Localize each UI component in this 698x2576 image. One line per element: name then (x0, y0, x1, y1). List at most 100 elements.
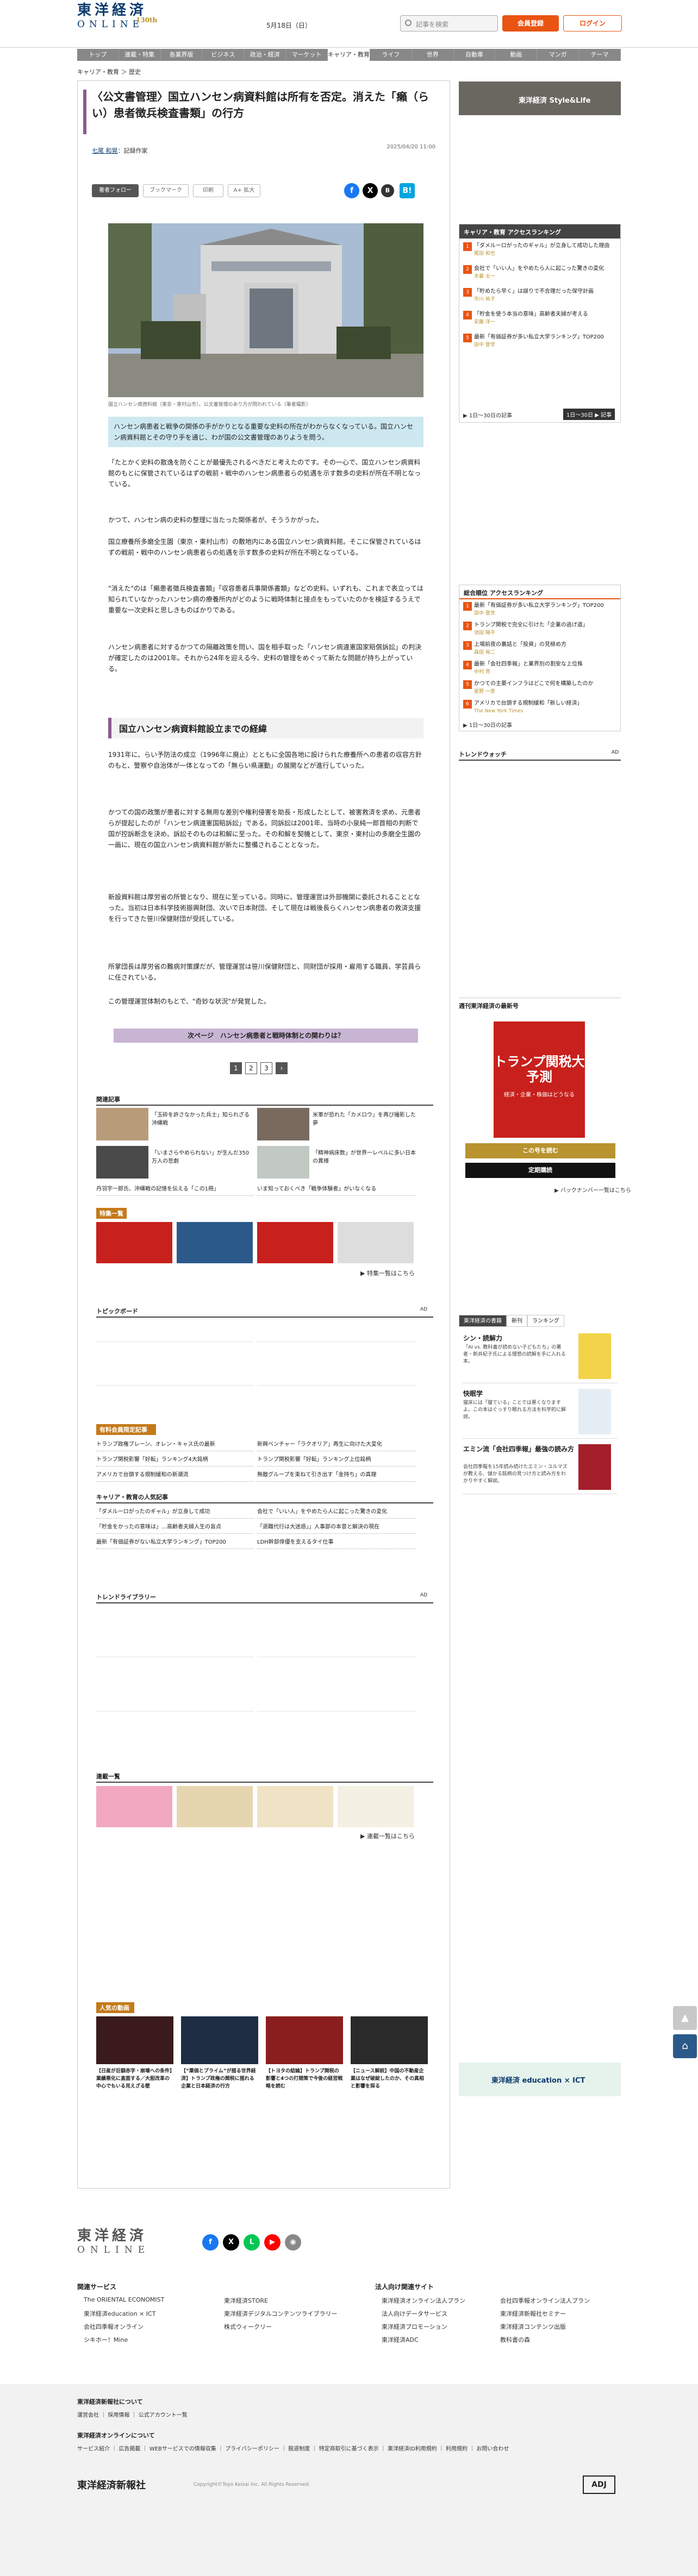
education-ict-banner[interactable]: 東洋経済 education × ICT (459, 2063, 621, 2096)
premium-item[interactable]: 新興ベンチャー「ラクオリア」再生に向けた大変化 (257, 1439, 416, 1451)
corp-link[interactable]: 東洋経済プロモーション (382, 2322, 447, 2331)
ranking-item[interactable]: 3 「貯めたら早く」は誤りで不合理だった保守計画 市川 祐子 (463, 288, 616, 303)
hatena-icon[interactable]: B (381, 184, 394, 197)
video-title[interactable]: 【日産が巨額赤字・崩壊への条件】業績悪化に直面する／大胆改革の中心でもいる見えざ… (96, 2067, 173, 2090)
footer-youtube-icon[interactable]: ▶ (264, 2234, 281, 2251)
service-link[interactable]: 東洋経済STORE (224, 2296, 268, 2305)
overall-item[interactable]: 6 アメリカで台頭する規制緩和「新しい経済」 The New York Times (463, 700, 616, 715)
special-thumb[interactable] (338, 1222, 414, 1263)
print-button[interactable]: 印刷 (193, 184, 223, 197)
corp-link[interactable]: 東洋経済ADC (382, 2335, 419, 2344)
premium-item[interactable]: アメリカで台頭する規制緩和の新潮流 (96, 1470, 254, 1482)
related-thumb[interactable] (96, 1108, 148, 1140)
publisher-logo[interactable]: 東洋経済新報社 (77, 2478, 146, 2492)
video-title[interactable]: 【“薬価とプライム”が揺る世界経済】トランプ政権の関税に揺れる企業と日本経済の行… (181, 2067, 258, 2090)
nav-item[interactable]: 動画 (495, 49, 538, 61)
special-thumb[interactable] (177, 1222, 253, 1263)
premium-item[interactable]: トランプ関税影響「好転」ランキング上位銘柄 (257, 1455, 416, 1466)
book-item[interactable]: 快眠学 寝床には「寝ている」ことでは悪くなりますよ。この本はぐっすり眠れる方法を科… (462, 1389, 618, 1439)
video-title[interactable]: 【ニュース解説】中国の不動産企業はなぜ破綻したのか、その真相と影響を探る (351, 2067, 428, 2090)
footer-x-icon[interactable]: X (223, 2234, 239, 2251)
corp-link[interactable]: 東洋経済コンテンツ出版 (500, 2322, 566, 2331)
career-item[interactable]: 会社で「いい人」をやめたら人に起こった驚きの変化 (257, 1507, 416, 1519)
service-link[interactable]: 会社四季報オンライン (84, 2322, 144, 2331)
home-icon[interactable]: ⌂ (673, 2034, 697, 2058)
read-issue-button[interactable]: この号を読む (465, 1143, 615, 1158)
subscribe-button[interactable]: 定期購読 (465, 1163, 615, 1178)
hatena-bookmark-icon[interactable]: B! (400, 183, 415, 198)
related-item[interactable]: 「いまさらやめられない」が生んだ350万人の悲劇 (152, 1149, 250, 1165)
footer-line-icon[interactable]: L (244, 2234, 260, 2251)
footer-logo[interactable]: 東洋経済 ONLINE (77, 2224, 150, 2255)
next-page-link[interactable]: 次ページ ハンセン病患者と戦時体制との関わりは？ (114, 1029, 418, 1043)
nav-item[interactable]: キャリア・教育 (327, 49, 370, 61)
special-thumb[interactable] (257, 1222, 333, 1263)
page-1[interactable]: 1 (230, 1062, 242, 1074)
book-item[interactable]: エミン流「会社四季報」最強の読み方 会社四季報を15年読み続けたエミン・ユルマズが… (462, 1444, 618, 1494)
related-thumb[interactable] (257, 1108, 309, 1140)
video-thumb[interactable] (351, 2016, 428, 2064)
special-thumb[interactable] (96, 1222, 172, 1263)
footer-facebook-icon[interactable]: f (202, 2234, 219, 2251)
backnumber-link[interactable]: ▶ バックナンバー一覧はこちら (554, 1186, 631, 1194)
style-life-banner[interactable]: 東洋経済 Style&Life (459, 82, 621, 115)
corp-link[interactable]: 東洋経済新報社セミナー (500, 2309, 566, 2318)
special-more-link[interactable]: ▶ 特集一覧はこちら (360, 1269, 415, 1277)
corp-link[interactable]: 会社四季報オンライン法人プラン (500, 2296, 590, 2305)
related-thumb[interactable] (96, 1146, 148, 1179)
author-name[interactable]: 七尾 和晃 (92, 147, 118, 154)
serial-thumb[interactable] (257, 1786, 333, 1827)
login-button[interactable]: ログイン (563, 15, 622, 32)
overall-item[interactable]: 3 上場前夜の裏話と「投資」の見極め方 森田 裕二 (463, 641, 616, 656)
ranking-item[interactable]: 1 「ダメルーロがったのギャル」が立身して成功した理由 尾田 和也 (463, 242, 616, 258)
breadcrumb[interactable]: キャリア・教育 ＞ 歴史 (77, 67, 141, 76)
next-page-arrow-icon[interactable]: › (276, 1062, 288, 1074)
related-item[interactable]: 「精神病床数」が世界一レベルに多い日本の異様 (313, 1149, 416, 1165)
career-item[interactable]: LDH幹部俳優を支えるタイ仕事 (257, 1537, 416, 1549)
service-link[interactable]: 株式ウィークリー (224, 2322, 272, 2331)
related-thumb[interactable] (257, 1146, 309, 1179)
video-thumb[interactable] (181, 2016, 258, 2064)
nav-item[interactable]: 自動車 (454, 49, 496, 61)
font-size-button[interactable]: A+ 拡大 (228, 184, 260, 197)
page-2[interactable]: 2 (245, 1062, 257, 1074)
related-item[interactable]: 米軍が恐れた「カメロウ」を再び撮影した夢 (313, 1111, 416, 1127)
video-thumb[interactable] (266, 2016, 343, 2064)
book-item[interactable]: シン・読解力 「AI vs. 教科書が読めない子どもたち」の著者・新井紀子氏による… (462, 1333, 618, 1383)
premium-item[interactable]: トランプ関税影響「好転」ランキング4大銘柄 (96, 1455, 254, 1466)
service-link[interactable]: シキホー！Mine (84, 2335, 128, 2344)
related-text-link[interactable]: 丹羽宇一郎氏、沖縄戦の記憶を伝える「この1冊」 (96, 1184, 254, 1196)
x-icon[interactable]: X (363, 183, 378, 198)
video-title[interactable]: 【トヨタの結論】トランプ関税の影響と4つの打開策で今後の経営戦略を読む (266, 2067, 343, 2090)
nav-item[interactable]: トップ (77, 49, 119, 61)
nav-item[interactable]: マンガ (537, 49, 579, 61)
footer-rss-icon[interactable]: ◉ (285, 2234, 301, 2251)
overall-item[interactable]: 2 トランプ関税で完全に引けた「企業の逃げ道」 池田 陽平 (463, 622, 616, 637)
tab-new[interactable]: 新刊 (507, 1315, 527, 1327)
follow-author-button[interactable]: 著者フォロー (92, 184, 139, 197)
corp-link[interactable]: 法人向けデータサービス (382, 2309, 447, 2318)
premium-item[interactable]: トランプ政権ブレーン、オレン・キャス氏の最新 (96, 1439, 254, 1451)
page-3[interactable]: 3 (260, 1062, 272, 1074)
corp-link[interactable]: 教科書の森 (500, 2335, 530, 2344)
serial-thumb[interactable] (177, 1786, 253, 1827)
service-link[interactable]: 東洋経済デジタルコンテンツライブラリー (224, 2309, 338, 2318)
overall-item[interactable]: 5 かつての主要インフラはどこで何を構築したのか 星野 一彦 (463, 680, 616, 695)
corp-link[interactable]: 東洋経済オンライン法人プラン (382, 2296, 465, 2305)
magazine-cover[interactable]: トランプ関税大予測 経済・企業・株価はどうなる (494, 1021, 585, 1138)
company-links[interactable]: 運営会社 ｜ 採用情報 ｜ 公式アカウント一覧 (77, 2410, 188, 2418)
page-top-icon[interactable]: ▲ (673, 2006, 697, 2030)
facebook-icon[interactable]: f (344, 183, 359, 198)
ranking-item[interactable]: 5 最新「有価証券が多い私立大学ランキング」TOP200 田中 登世 (463, 334, 616, 349)
nav-item[interactable]: 連載・特集 (119, 49, 161, 61)
overall-item[interactable]: 4 最新「会社四季報」と業界別の割安な上位株 中村 亮 (463, 661, 616, 676)
career-item[interactable]: 「貯金をかったの意味は」…高齢者夫婦人生の盲点 (96, 1522, 254, 1534)
site-logo[interactable]: 東洋経済 ONLINE 130th (77, 2, 157, 30)
nav-item[interactable]: ライフ (370, 49, 412, 61)
premium-item[interactable]: 無敵グループを束ねて引き出す「金持ち」の真理 (257, 1470, 416, 1482)
service-link[interactable]: 東洋経済education × ICT (84, 2309, 155, 2318)
search-input[interactable]: 記事を検索 (400, 15, 498, 32)
bookmark-button[interactable]: ブックマーク (143, 184, 189, 197)
career-item[interactable]: 最新「有価証券がない私立大学ランキング」TOP200 (96, 1537, 254, 1549)
ranking-more-link[interactable]: ▶ 1日〜30日の記事 (463, 411, 512, 419)
